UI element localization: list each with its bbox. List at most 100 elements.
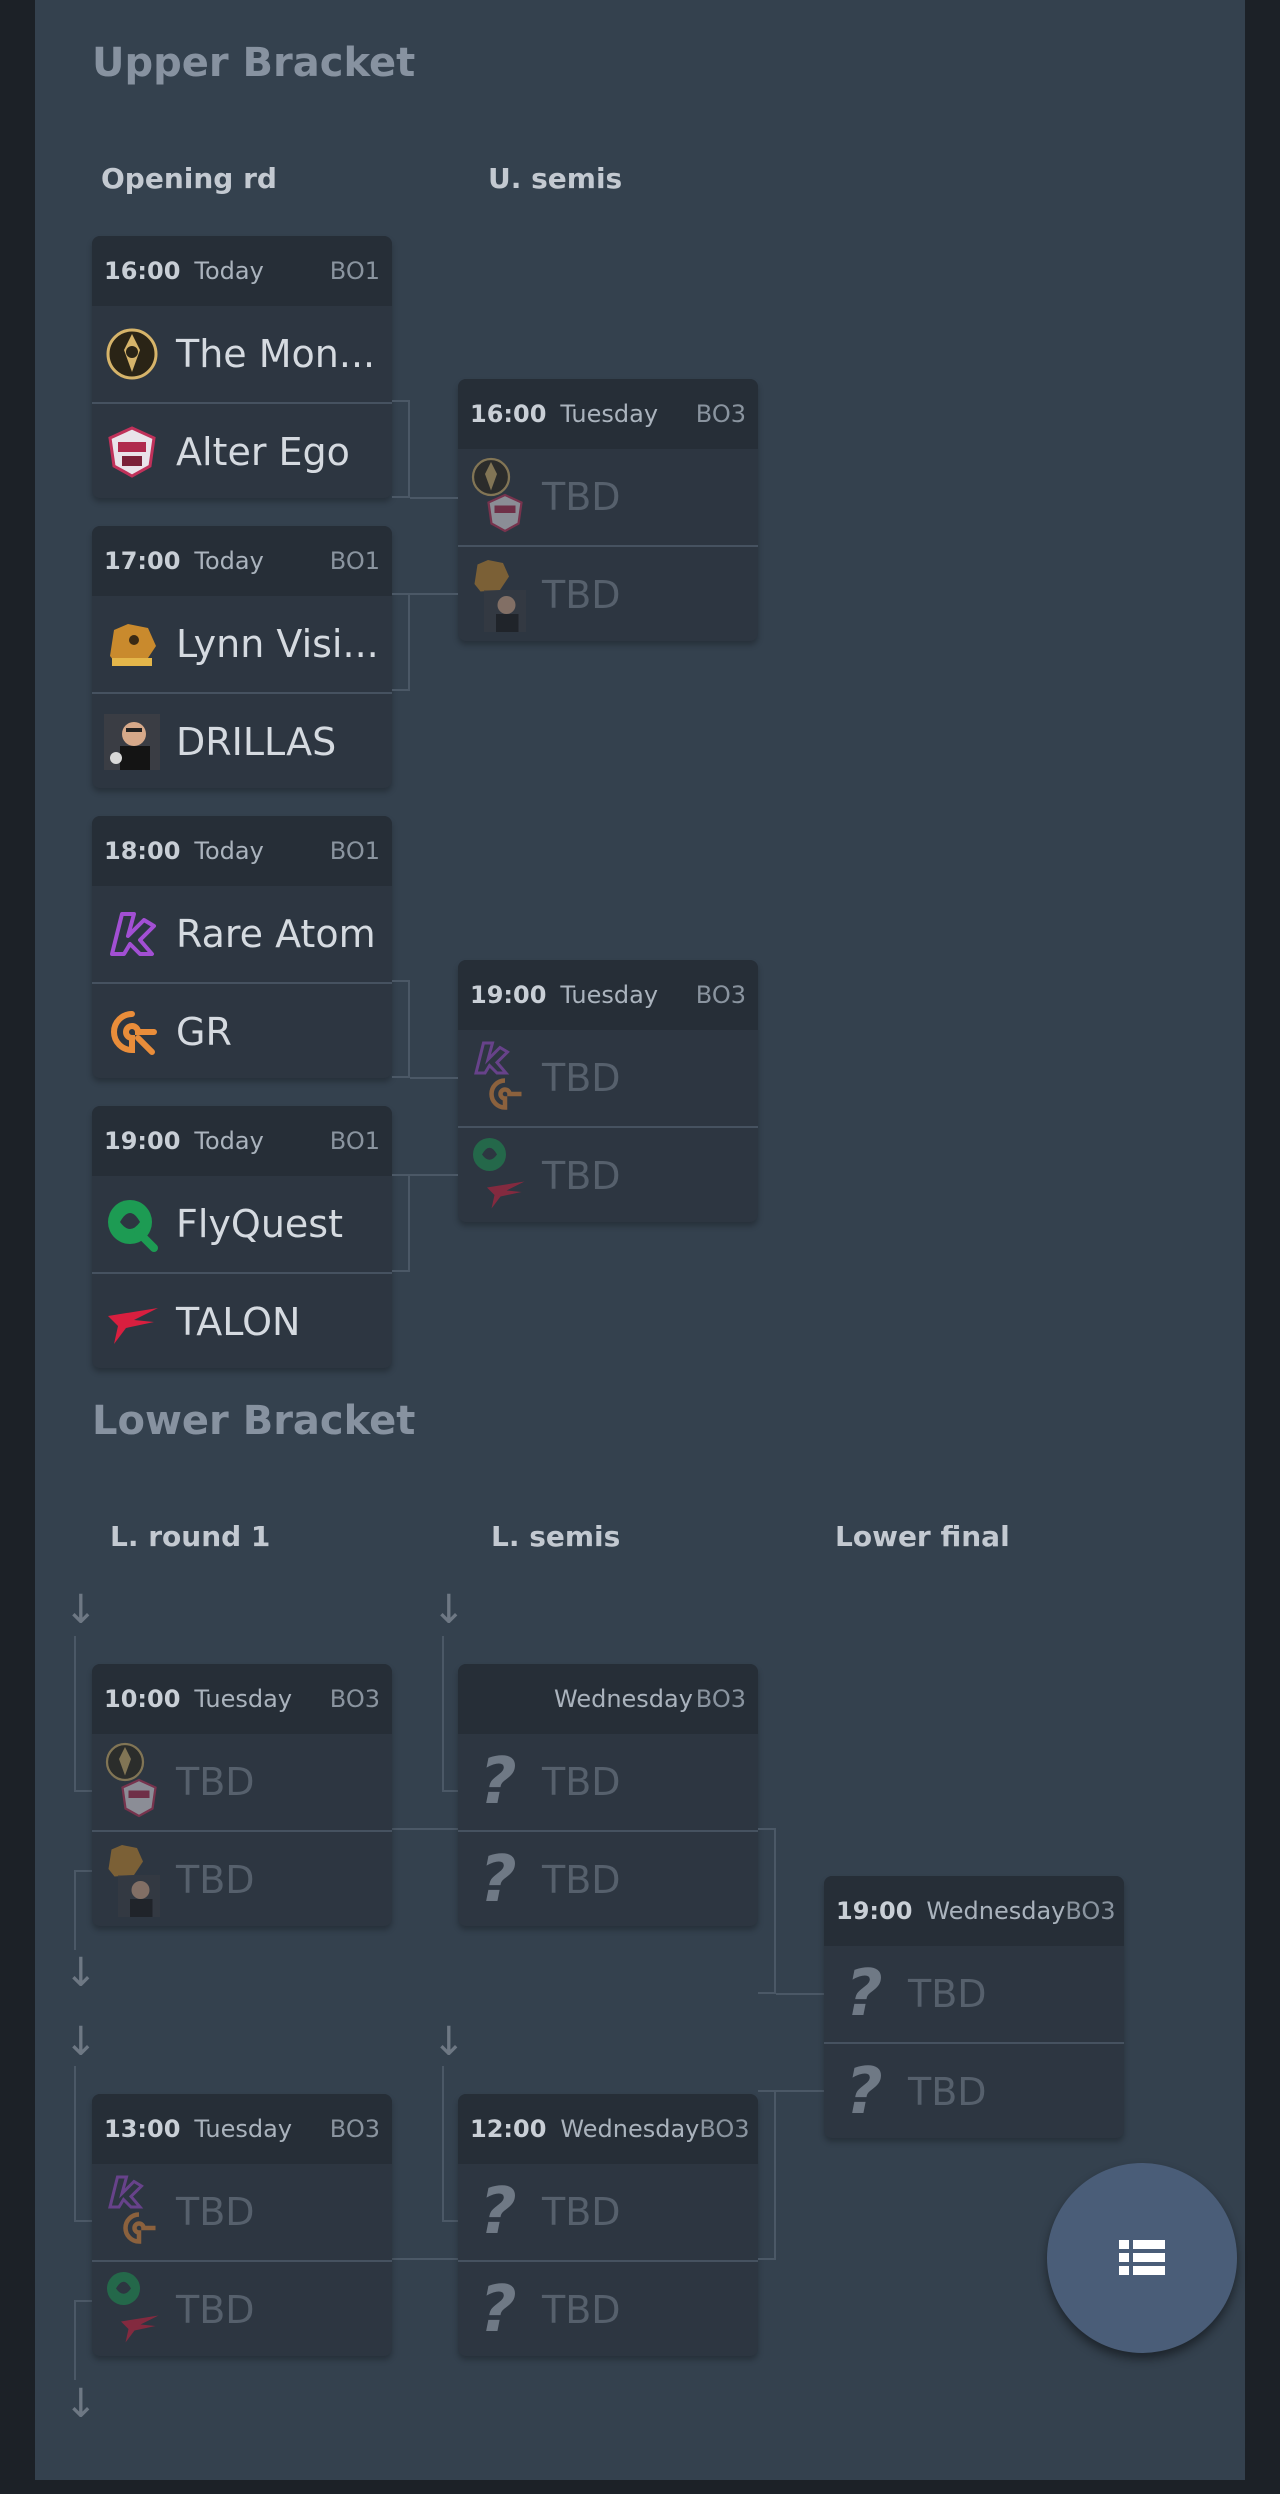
match-card[interactable]: 16:00 Tuesday BO3 TBD TBD — [458, 379, 758, 641]
column-upper-semis: U. semis — [488, 162, 623, 195]
match-format: BO3 — [1065, 1897, 1116, 1925]
match-day: Wednesday — [926, 1897, 1066, 1925]
bracket-connector — [392, 980, 410, 1078]
unknown-team-icon: ? — [479, 1745, 517, 1819]
possible-teams-icon — [104, 2175, 160, 2247]
bracket-connector — [776, 1993, 824, 1995]
match-time: 19:00 — [470, 981, 547, 1009]
team-name: TBD — [176, 1858, 255, 1902]
team-row[interactable]: TBD — [92, 1734, 392, 1830]
upper-bracket-title: Upper Bracket — [92, 40, 416, 86]
team-name: TBD — [908, 1972, 987, 2016]
drop-down-arrow-icon: ↓ — [64, 1587, 98, 1633]
possible-teams-icon — [470, 560, 526, 632]
drop-down-arrow-icon: ↓ — [432, 2019, 466, 2065]
match-day: Tuesday — [194, 2115, 293, 2143]
bracket-connector — [758, 1828, 776, 1994]
match-day: Today — [194, 257, 264, 285]
match-card[interactable]: 12:00 Wednesday BO3 ? TBD ? TBD — [458, 2094, 758, 2356]
team-row[interactable]: TBD — [458, 547, 758, 641]
bracket-connector — [392, 2258, 458, 2260]
team-name: TBD — [542, 2190, 621, 2234]
drillas-logo-icon — [104, 714, 160, 770]
match-card[interactable]: 19:00 Wednesday BO3 ? TBD ? TBD — [824, 1876, 1124, 2138]
match-time: 16:00 — [104, 257, 181, 285]
drop-down-arrow-icon: ↓ — [432, 1587, 466, 1633]
match-card[interactable]: 19:00 Tuesday BO3 TBD TBD — [458, 960, 758, 1222]
drop-down-arrow-icon: ↓ — [64, 2381, 98, 2427]
team-row[interactable]: Alter Ego — [92, 404, 392, 498]
team-name: TBD — [176, 1760, 255, 1804]
team-row[interactable]: TBD — [458, 1128, 758, 1222]
match-card[interactable]: 19:00 Today BO1 FlyQuest TALON — [92, 1106, 392, 1368]
team-row[interactable]: TBD — [92, 2262, 392, 2356]
alter-ego-logo-icon — [108, 426, 156, 478]
team-row[interactable]: Rare Atom — [92, 886, 392, 982]
team-row[interactable]: ? TBD — [824, 1946, 1124, 2042]
team-name: TBD — [542, 1760, 621, 1804]
team-row[interactable]: GR — [92, 984, 392, 1078]
team-name: TBD — [542, 573, 621, 617]
bracket-connector — [410, 497, 458, 499]
team-name: TBD — [542, 1154, 621, 1198]
team-name: TBD — [542, 1056, 621, 1100]
list-icon — [1119, 2240, 1165, 2275]
rare-atom-logo-icon — [110, 912, 156, 956]
team-row[interactable]: TBD — [92, 1832, 392, 1926]
team-name: TALON — [176, 1300, 301, 1344]
match-day: Tuesday — [560, 400, 659, 428]
team-name: TBD — [176, 2288, 255, 2332]
possible-teams-icon — [470, 1041, 526, 1113]
list-view-button[interactable] — [1047, 2163, 1237, 2353]
team-name: TBD — [908, 2070, 987, 2114]
match-format: BO1 — [329, 837, 380, 865]
match-format: BO3 — [695, 1685, 746, 1713]
match-time: 19:00 — [836, 1897, 913, 1925]
lower-bracket-title: Lower Bracket — [92, 1398, 416, 1444]
bracket-connector — [74, 2300, 92, 2380]
match-card[interactable]: 10:00 Tuesday BO3 TBD TBD — [92, 1664, 392, 1926]
team-row[interactable]: TBD — [92, 2164, 392, 2260]
team-row[interactable]: ? TBD — [458, 2164, 758, 2260]
match-time: 13:00 — [104, 2115, 181, 2143]
match-card[interactable]: 18:00 Today BO1 Rare Atom GR — [92, 816, 392, 1078]
bracket-connector — [392, 1174, 410, 1272]
possible-teams-icon — [470, 457, 526, 533]
team-row[interactable]: TBD — [458, 1030, 758, 1126]
match-time: 16:00 — [470, 400, 547, 428]
team-row[interactable]: TALON — [92, 1274, 392, 1368]
bracket-connector — [392, 400, 410, 498]
team-name: Alter Ego — [176, 430, 350, 474]
team-row[interactable]: ? TBD — [458, 1832, 758, 1926]
match-card[interactable]: Wednesday BO3 ? TBD ? TBD — [458, 1664, 758, 1926]
team-row[interactable]: TBD — [458, 449, 758, 545]
bracket-connector — [410, 1077, 458, 1079]
possible-teams-icon — [104, 1845, 160, 1917]
bracket-connector — [74, 2066, 92, 2222]
match-time: 19:00 — [104, 1127, 181, 1155]
team-row[interactable]: FlyQuest — [92, 1176, 392, 1272]
drop-down-arrow-icon: ↓ — [64, 2019, 98, 2065]
match-day: Today — [194, 1127, 264, 1155]
match-card[interactable]: 13:00 Tuesday BO3 TBD TBD — [92, 2094, 392, 2356]
team-row[interactable]: ? TBD — [824, 2044, 1124, 2138]
match-time: 10:00 — [104, 1685, 181, 1713]
team-row[interactable]: DRILLAS — [92, 694, 392, 788]
unknown-team-icon: ? — [479, 2273, 517, 2347]
lynn-vision-logo-icon — [110, 624, 156, 666]
gr-logo-icon — [111, 1011, 157, 1055]
match-card[interactable]: 17:00 Today BO1 Lynn Visi... DRILLAS — [92, 526, 392, 788]
match-day: Today — [194, 547, 264, 575]
bracket-connector — [74, 1636, 92, 1792]
bracket-connector — [410, 593, 458, 595]
match-format: BO3 — [699, 2115, 750, 2143]
team-row[interactable]: The Mon... — [92, 306, 392, 402]
team-row[interactable]: ? TBD — [458, 1734, 758, 1830]
match-day: Wednesday — [554, 1685, 693, 1713]
match-card[interactable]: 16:00 Today BO1 The Mon... Alter Ego — [92, 236, 392, 498]
column-lower-round1: L. round 1 — [110, 1520, 271, 1553]
team-name: Lynn Visi... — [176, 622, 379, 666]
team-row[interactable]: Lynn Visi... — [92, 596, 392, 692]
team-row[interactable]: ? TBD — [458, 2262, 758, 2356]
bracket-connector — [776, 2090, 824, 2092]
